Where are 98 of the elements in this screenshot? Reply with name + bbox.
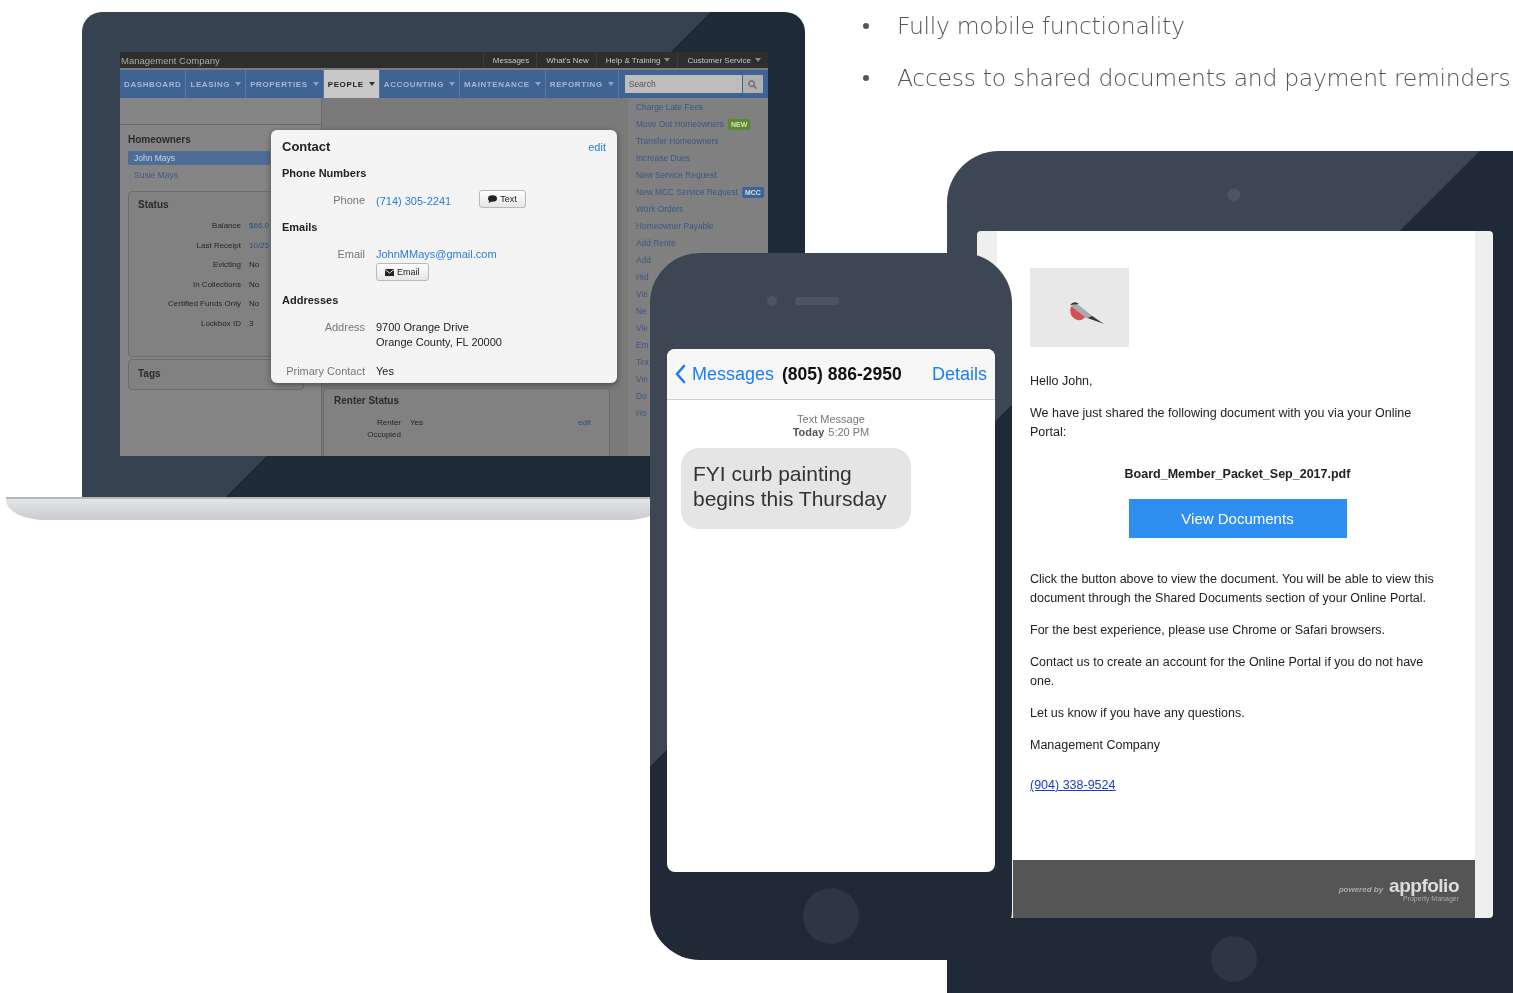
envelope-icon: [385, 268, 394, 276]
caret-icon: [235, 82, 242, 86]
homeowner-item[interactable]: John Mays: [128, 151, 270, 165]
message-bubble: FYI curb painting begins this Thursday: [681, 448, 911, 529]
field-label: Evicting: [212, 260, 241, 269]
field-value: 9700 Orange Drive: [376, 321, 469, 333]
field-value: No: [249, 260, 260, 269]
brand-logo-text: appfolio: [1389, 876, 1459, 895]
field-value: No: [249, 299, 260, 308]
field-label: Lockbox ID: [199, 318, 241, 328]
caret-icon: [368, 82, 375, 86]
contact-button[interactable]: Text: [479, 190, 526, 208]
bullet-text: Access to shared documents and payment reminders: [897, 64, 1511, 92]
contact-number: (805) 886-2950: [782, 363, 902, 385]
popup-title: Contact: [282, 139, 331, 154]
view-documents-button[interactable]: View Documents: [1128, 499, 1347, 538]
caret-icon: [534, 82, 541, 86]
caret-icon: [449, 82, 456, 86]
phone-link[interactable]: (904) 338-9524: [1030, 778, 1116, 792]
field-value: 3: [249, 318, 254, 328]
action-link[interactable]: New Service Request: [636, 170, 717, 180]
field-label: Primary Contact: [285, 365, 365, 377]
action-link[interactable]: Homeowner Payable: [636, 221, 714, 231]
action-link[interactable]: Em: [636, 340, 649, 350]
message-type: Text Message: [797, 413, 865, 425]
email-text: For the best experience, please use Chrome or Safari browsers.: [1030, 622, 1386, 639]
field-link[interactable]: 10/25: [249, 240, 270, 250]
field-value: Orange County, FL 20000: [376, 336, 502, 348]
file-name: Board_Member_Packet_Sep_2017.pdf: [1124, 467, 1351, 481]
field-label: Balance: [211, 221, 241, 230]
back-link[interactable]: Messages: [675, 363, 775, 385]
action-link[interactable]: Transfer Homeowners: [636, 136, 719, 146]
action-link[interactable]: Tex: [636, 357, 650, 367]
search-field[interactable]: Search: [624, 75, 742, 93]
field-value: Yes: [410, 418, 424, 429]
top-link[interactable]: Messages: [482, 52, 537, 68]
action-link[interactable]: Move Out Homeowners: [636, 119, 724, 129]
email-text: We have just shared the following document with you via your Online Portal:: [1030, 405, 1413, 441]
top-link[interactable]: Customer Service: [677, 52, 768, 68]
caret-icon: [664, 58, 671, 62]
field-label: Phone: [332, 194, 365, 208]
edit-link[interactable]: edit: [578, 418, 591, 439]
action-link[interactable]: Do: [636, 391, 647, 401]
action-link[interactable]: Increase Dues: [636, 153, 690, 163]
top-link[interactable]: Help & Training: [595, 52, 678, 68]
speech-bubble-icon: [488, 195, 498, 203]
chevron-icon: [675, 364, 686, 384]
edit-link[interactable]: edit: [588, 140, 606, 153]
caret-icon: [607, 82, 614, 86]
search-button[interactable]: [742, 75, 763, 93]
action-link[interactable]: Charge Late Fees: [636, 102, 704, 112]
company-name: Management Company: [121, 54, 220, 66]
message-time: 5:20 PM: [828, 426, 870, 438]
bullet-text: Fully mobile functionality: [897, 12, 1185, 40]
action-link[interactable]: New MCC Service Request: [636, 187, 738, 197]
action-link[interactable]: Work Orders: [636, 204, 684, 214]
field-label: Certified Funds Only: [167, 299, 241, 308]
top-link[interactable]: What's New: [536, 52, 596, 68]
field-label: Occupied: [367, 430, 401, 439]
field-label: Email: [336, 248, 365, 262]
caret-icon: [755, 58, 761, 62]
field-label: Renter: [377, 418, 401, 427]
section-heading: Phone Numbers: [282, 167, 368, 179]
homeowner-item[interactable]: Susie Mays: [128, 168, 270, 182]
field-label: Last Receipt: [195, 240, 241, 250]
email-text: Let us know if you have any questions.: [1030, 705, 1245, 722]
details-link[interactable]: Details: [931, 363, 987, 385]
action-link[interactable]: Add: [636, 255, 651, 265]
action-link[interactable]: Vie: [636, 374, 648, 384]
action-link[interactable]: Ne: [636, 306, 647, 316]
field-link[interactable]: JohnMMays@gmail.com: [376, 248, 497, 260]
card-title: Status: [138, 199, 170, 210]
caret-icon: [312, 82, 319, 86]
contact-button[interactable]: Email: [376, 263, 429, 281]
action-link[interactable]: Vie: [636, 323, 648, 333]
bullet-icon: [863, 23, 869, 29]
email-text: Hello John,: [1030, 373, 1093, 390]
field-label: In Collections: [191, 279, 241, 289]
email-text: Click the button above to view the document. You will be able to view this document through the Shared Documents section of your Online Portal.: [1030, 571, 1435, 607]
powered-by-text: powered by: [1338, 884, 1384, 894]
field-link[interactable]: (714) 305-2241: [376, 195, 452, 207]
action-link[interactable]: Vie: [636, 289, 648, 299]
nav-tab[interactable]: PEOPLE: [323, 70, 380, 98]
action-link[interactable]: Hid: [636, 272, 649, 282]
action-link[interactable]: Add Rente: [636, 238, 676, 248]
section-heading: Addresses: [282, 294, 340, 306]
message-day: Today: [792, 426, 825, 438]
field-link[interactable]: $66.0: [249, 221, 270, 230]
section-title: Homeowners: [128, 134, 192, 145]
field-label: Address: [323, 321, 365, 335]
email-text: Management Company: [1030, 737, 1160, 754]
email-text: Contact us to create an account for the Online Portal if you do not have one.: [1030, 654, 1425, 690]
card-title: Renter Status: [334, 395, 400, 406]
field-value: Yes: [376, 365, 394, 377]
field-value: No: [249, 279, 260, 289]
section-heading: Emails: [282, 221, 319, 233]
bullet-icon: [863, 75, 869, 81]
search-icon: [748, 79, 758, 89]
